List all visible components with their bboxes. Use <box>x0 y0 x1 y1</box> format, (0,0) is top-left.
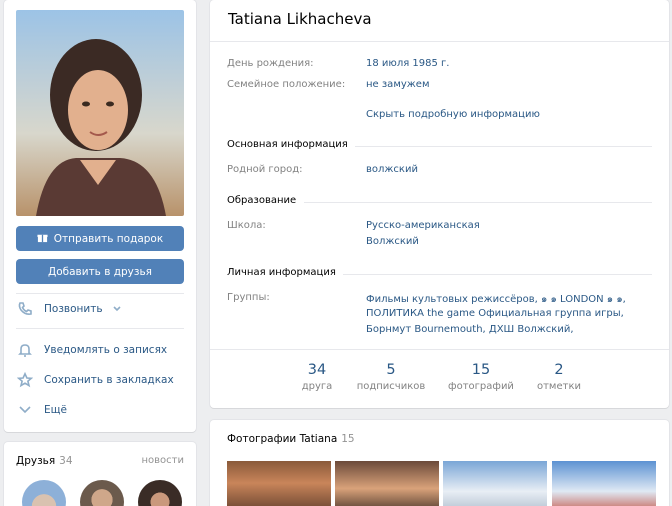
stat-caption: подписчиков <box>356 381 426 392</box>
stat-number: 2 <box>554 362 564 378</box>
friends-count: 34 <box>59 455 73 467</box>
profile-name: Tatiana Likhacheva <box>228 10 372 28</box>
photo-thumbnail[interactable] <box>227 461 331 506</box>
groups-line[interactable]: Борнмут Bournemouth, ДХШ Волжский, <box>366 324 574 335</box>
profile-avatar[interactable] <box>16 10 184 216</box>
stat-caption: друга <box>301 381 333 392</box>
call-label: Позвонить <box>44 303 103 315</box>
stat-photos[interactable]: 15 фотографий <box>446 362 516 392</box>
divider <box>16 293 184 294</box>
divider <box>210 41 669 42</box>
gift-icon <box>37 232 48 246</box>
photo-thumbnail[interactable] <box>443 461 547 506</box>
relationship-label: Семейное положение: <box>227 79 346 90</box>
school-label: Школа: <box>227 220 266 231</box>
divider <box>355 146 652 147</box>
birthday-value[interactable]: 18 июля 1985 г. <box>366 58 449 69</box>
send-gift-button[interactable]: Отправить подарок <box>16 226 184 251</box>
photo-thumbnail[interactable] <box>335 461 439 506</box>
stat-number: 34 <box>307 362 327 378</box>
stat-tags[interactable]: 2 отметки <box>524 362 594 392</box>
notify-label: Уведомлять о записях <box>44 344 168 356</box>
more-button[interactable]: Ещё <box>16 399 184 421</box>
photo-thumbnail[interactable] <box>552 461 656 506</box>
divider <box>16 328 184 329</box>
photos-header[interactable]: Фотографии Tatiana 15 <box>227 433 355 445</box>
friends-card: Друзья 34 новости <box>4 442 196 506</box>
bookmark-button[interactable]: Сохранить в закладках <box>16 369 184 391</box>
hometown-value[interactable]: волжский <box>366 164 418 175</box>
main-info-title: Основная информация <box>227 139 348 150</box>
stat-number: 5 <box>386 362 396 378</box>
friend-avatar[interactable] <box>22 480 66 506</box>
groups-line[interactable]: ПОЛИТИКА the game Официальная группа игр… <box>366 308 624 319</box>
call-button[interactable]: Позвонить <box>16 298 184 320</box>
groups-label: Группы: <box>227 292 270 303</box>
friends-header[interactable]: Друзья 34 <box>16 455 73 467</box>
photos-title: Фотографии Tatiana <box>227 433 338 445</box>
stat-number: 15 <box>471 362 491 378</box>
friends-title: Друзья <box>16 455 56 467</box>
hide-info-link[interactable]: Скрыть подробную информацию <box>366 109 540 120</box>
star-icon <box>16 371 34 389</box>
friend-avatar[interactable] <box>80 480 124 506</box>
photos-count: 15 <box>341 433 355 445</box>
friend-avatar[interactable] <box>138 480 182 506</box>
add-friend-label: Добавить в друзья <box>48 265 152 278</box>
chevron-down-icon <box>112 303 121 315</box>
divider <box>210 349 669 350</box>
profile-info-card: Tatiana Likhacheva День рождения: 18 июл… <box>210 0 669 408</box>
friends-news-link[interactable]: новости <box>142 455 185 466</box>
birthday-label: День рождения: <box>227 58 314 69</box>
bookmark-label: Сохранить в закладках <box>44 374 174 386</box>
school-city-value[interactable]: Волжский <box>366 236 419 247</box>
more-label: Ещё <box>44 404 67 416</box>
bell-icon <box>16 341 34 359</box>
divider <box>343 274 652 275</box>
profile-sidebar-card: Отправить подарок Добавить в друзья Позв… <box>4 0 196 432</box>
relationship-value[interactable]: не замужем <box>366 79 429 90</box>
stat-followers[interactable]: 5 подписчиков <box>356 362 426 392</box>
hometown-label: Родной город: <box>227 164 303 175</box>
education-title: Образование <box>227 195 297 206</box>
divider <box>304 202 652 203</box>
notify-posts-button[interactable]: Уведомлять о записях <box>16 339 184 361</box>
chevron-down-icon <box>16 401 34 419</box>
phone-icon <box>16 300 34 318</box>
stat-caption: фотографий <box>448 381 514 392</box>
personal-info-title: Личная информация <box>227 267 336 278</box>
groups-line[interactable]: Фильмы культовых режиссёров, ๑ ๑ LONDON … <box>366 292 626 307</box>
stat-caption: отметки <box>536 381 581 392</box>
stat-friends[interactable]: 34 друга <box>282 362 352 392</box>
photos-card: Фотографии Tatiana 15 <box>210 420 669 506</box>
school-value[interactable]: Русско-американская <box>366 220 480 231</box>
add-friend-button[interactable]: Добавить в друзья <box>16 259 184 284</box>
send-gift-label: Отправить подарок <box>53 232 164 245</box>
